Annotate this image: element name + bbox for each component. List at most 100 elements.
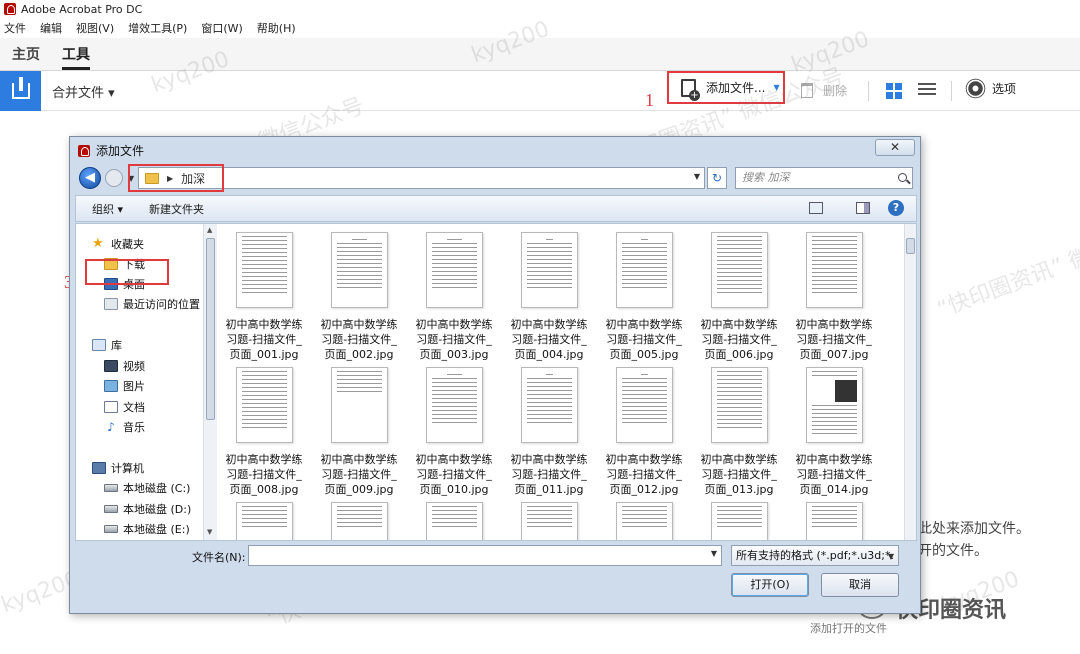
watermark: “快印圈资讯” 微信公众号 [934,213,1080,323]
page-thumbnail [806,232,863,308]
acrobat-logo-icon [4,3,16,15]
cancel-button[interactable]: 取消 [821,573,899,597]
add-files-button[interactable]: 添加文件... ▼ [667,71,785,104]
file-list-scrollbar[interactable] [904,224,916,540]
menu-window[interactable]: 窗口(W) [201,20,242,36]
menu-edit[interactable]: 编辑 [40,20,62,36]
page-thumbnail [426,367,483,443]
video-icon [104,360,118,372]
preview-pane-icon[interactable] [856,202,870,214]
nav-recent[interactable]: 最近访问的位置 [104,296,200,312]
page-thumbnail [521,502,578,540]
page-thumbnail [331,367,388,443]
nav-drive-e[interactable]: 本地磁盘 (E:) [104,521,190,537]
scroll-thumb[interactable] [906,238,915,254]
page-thumbnail [236,232,293,308]
nav-pictures[interactable]: 图片 [104,378,145,394]
file-name: 初中高中数学练 习题-扫描文件_ 页面_008.jpg [225,453,303,496]
scroll-thumb[interactable] [206,238,215,420]
tab-tools[interactable]: 工具 [62,44,90,70]
scroll-down-icon[interactable]: ▼ [207,528,212,536]
delete-button[interactable]: 删除 [801,82,847,99]
combine-files-tool-icon[interactable] [0,71,41,111]
chevron-down-icon[interactable]: ▼ [773,83,779,92]
nav-label: 本地磁盘 (C:) [123,482,191,495]
nav-libraries[interactable]: 库 [92,337,122,353]
file-type-select[interactable]: 所有支持的格式 (*.pdf;*.u3d;*. ▼ [731,545,899,566]
page-thumbnail [711,502,768,540]
add-files-label: 添加文件... [706,81,766,95]
file-name: 初中高中数学练 习题-扫描文件_ 页面_003.jpg [415,318,493,361]
page-thumbnail [806,502,863,540]
nav-drive-c[interactable]: 本地磁盘 (C:) [104,480,190,496]
page-thumbnail [521,232,578,308]
options-button[interactable]: 选项 [967,80,1016,97]
page-thumbnail [331,232,388,308]
help-icon[interactable]: ? [888,200,904,216]
organize-button[interactable]: 组织 ▾ [92,201,123,217]
file-name: 初中高中数学练 习题-扫描文件_ 页面_006.jpg [700,318,778,361]
drive-icon [104,525,118,533]
back-arrow-icon[interactable]: ◀ [79,167,101,189]
nav-label: 视频 [123,360,145,373]
menu-plugins[interactable]: 增效工具(P) [128,20,187,36]
file-name: 初中高中数学练 习题-扫描文件_ 页面_005.jpg [605,318,683,361]
search-input[interactable]: 搜索 加深 [735,167,913,189]
combine-files-dropdown[interactable]: 合并文件 ▾ [52,82,115,101]
file-name: 初中高中数学练 习题-扫描文件_ 页面_002.jpg [320,318,398,361]
page-thumbnail [711,232,768,308]
dialog-title-bar: 添加文件 [78,142,144,159]
thumbnail-view-icon[interactable] [886,83,902,99]
nav-pane-scrollbar[interactable]: ▲ ▼ [203,224,217,540]
change-view-icon[interactable] [809,202,823,214]
drop-hint-line1: 此处来添加文件。 [918,521,1030,537]
nav-documents[interactable]: 文档 [104,399,145,415]
nav-label: 文档 [123,401,145,414]
menu-help[interactable]: 帮助(H) [257,20,296,36]
add-files-dialog: 添加文件 ✕ ◀ ▼ ▶ 加深 ▼ ↻ 搜索 加深 组织 ▾ 新建文件夹 ? ★… [69,136,921,614]
dialog-close-button[interactable]: ✕ [875,139,915,156]
page-thumbnail [521,367,578,443]
list-view-icon[interactable] [918,83,936,99]
command-bar: 组织 ▾ 新建文件夹 ? [75,195,917,222]
refresh-icon[interactable]: ↻ [707,167,727,189]
nav-drive-d[interactable]: 本地磁盘 (D:) [104,501,191,517]
nav-label: 音乐 [123,421,145,434]
filename-label: 文件名(N): [192,551,246,564]
forward-arrow-icon[interactable] [105,169,123,187]
nav-computer[interactable]: 计算机 [92,460,144,476]
address-chevron-down-icon[interactable]: ▼ [694,172,700,181]
dialog-title: 添加文件 [96,144,145,158]
new-folder-button[interactable]: 新建文件夹 [149,201,204,217]
dialog-body: ★ 收藏夹 下载 桌面 最近访问的位置 库 视频 图片 文档 ♪ 音乐 计算机 … [75,223,917,541]
file-name: 初中高中数学练 习题-扫描文件_ 页面_010.jpg [415,453,493,496]
chevron-down-icon[interactable]: ▼ [711,549,717,558]
nav-favorites[interactable]: ★ 收藏夹 [92,236,144,252]
nav-music[interactable]: ♪ 音乐 [104,419,145,435]
menu-view[interactable]: 视图(V) [76,20,114,36]
file-name: 初中高中数学练 习题-扫描文件_ 页面_009.jpg [320,453,398,496]
desktop-highlight-box [85,259,169,285]
drop-hint-line2: 开的文件。 [918,543,988,559]
nav-label: 图片 [123,380,145,393]
filename-input[interactable]: ▼ [248,545,722,566]
title-bar: Adobe Acrobat Pro DC [0,0,1080,18]
top-nav: 主页 工具 [0,38,1080,71]
menu-file[interactable]: 文件 [4,20,26,36]
scroll-up-icon[interactable]: ▲ [207,226,212,234]
delete-label: 删除 [823,84,848,98]
open-button[interactable]: 打开(O) [731,573,809,597]
combine-toolbar: 合并文件 ▾ 添加文件... ▼ 删除 选项 [0,71,1080,111]
search-icon[interactable] [898,173,907,182]
drive-icon [104,484,118,492]
page-thumbnail [711,367,768,443]
tab-home[interactable]: 主页 [12,44,40,70]
nav-videos[interactable]: 视频 [104,358,145,374]
chevron-down-icon[interactable]: ▼ [888,547,894,565]
nav-label: 收藏夹 [111,238,144,251]
step-annotation-1: 1 [645,90,654,110]
gear-icon [968,81,983,96]
nav-label: 库 [111,339,122,352]
file-name: 初中高中数学练 习题-扫描文件_ 页面_011.jpg [510,453,588,496]
add-document-icon [681,78,700,101]
